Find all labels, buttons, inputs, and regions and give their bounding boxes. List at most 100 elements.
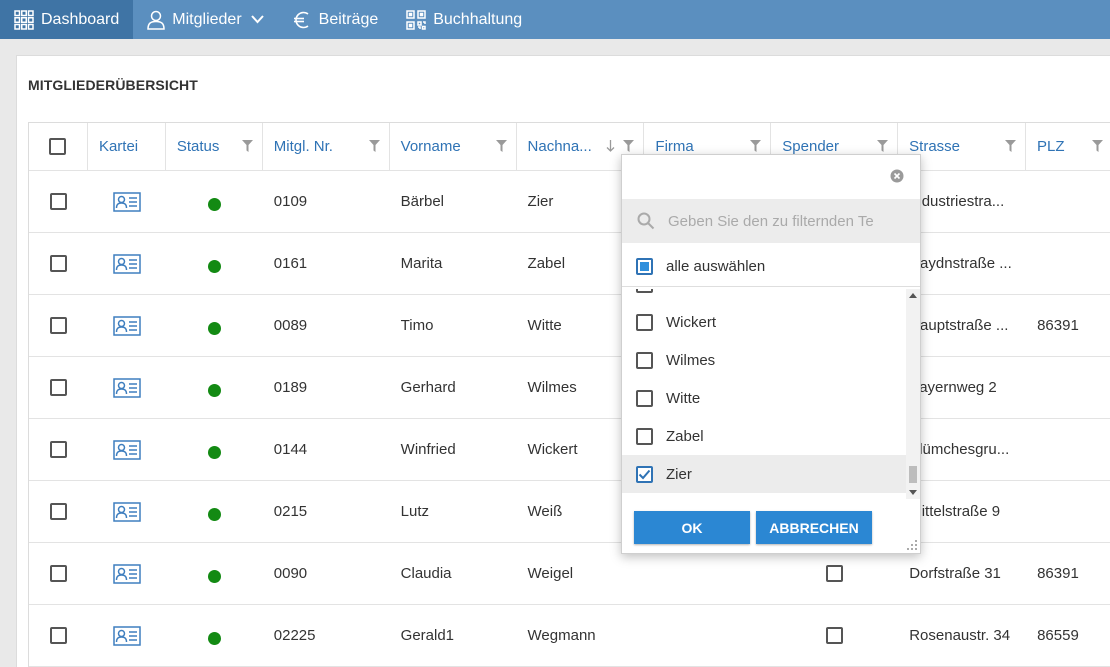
row-checkbox[interactable]	[49, 193, 67, 210]
member-card-icon[interactable]	[113, 439, 141, 460]
row-spender	[771, 605, 898, 666]
member-card-icon[interactable]	[113, 315, 141, 336]
filter-list-item[interactable]: Weiß	[622, 289, 906, 303]
header-mitgl-nr[interactable]: Mitgl. Nr.	[263, 123, 390, 170]
nav-mitglieder[interactable]: Mitglieder	[133, 0, 277, 39]
table-row[interactable]: 0089 Timo Witte Hauptstraße ... 86391	[29, 295, 1110, 357]
row-checkbox[interactable]	[49, 503, 67, 520]
row-select[interactable]	[29, 419, 88, 480]
row-kartei[interactable]	[88, 171, 166, 232]
header-plz[interactable]: PLZ	[1026, 123, 1110, 170]
row-kartei[interactable]	[88, 295, 166, 356]
member-card-icon[interactable]	[113, 501, 141, 522]
row-vorname: Bärbel	[400, 193, 445, 210]
nav-mitglieder-label: Mitglieder	[172, 10, 242, 28]
filter-icon[interactable]	[877, 140, 889, 152]
member-card-icon[interactable]	[113, 563, 141, 584]
filter-item-checkbox[interactable]	[636, 389, 653, 407]
row-kartei[interactable]	[88, 543, 166, 604]
filter-list-item[interactable]: Zabel	[622, 417, 906, 455]
filter-item-label: Weiß	[666, 289, 701, 293]
row-checkbox[interactable]	[49, 255, 67, 272]
row-kartei[interactable]	[88, 481, 166, 542]
header-select-all[interactable]	[29, 123, 88, 170]
row-select[interactable]	[29, 481, 88, 542]
filter-list-item[interactable]: Zier	[622, 455, 906, 493]
member-card-icon[interactable]	[113, 253, 141, 274]
row-select[interactable]	[29, 357, 88, 418]
scroll-down-icon[interactable]	[909, 490, 917, 495]
row-checkbox[interactable]	[49, 627, 67, 644]
status-active-dot	[207, 322, 221, 335]
nav-buchhaltung[interactable]: Buchhaltung	[392, 0, 536, 39]
row-select[interactable]	[29, 543, 88, 604]
filter-icon[interactable]	[241, 140, 253, 152]
table-row[interactable]: 02225 Gerald1 Wegmann Rosenaustr. 34 86559	[29, 605, 1110, 667]
member-card-icon[interactable]	[113, 191, 141, 212]
row-mitgl-nr: 0189	[273, 379, 308, 396]
header-status[interactable]: Status	[166, 123, 263, 170]
filter-item-checkbox[interactable]	[636, 351, 653, 369]
chevron-down-icon	[250, 15, 264, 24]
row-vorname: Lutz	[400, 503, 430, 520]
table-row[interactable]: 0109 Bärbel Zier Industriestra...	[29, 171, 1110, 233]
row-kartei[interactable]	[88, 233, 166, 294]
cancel-button[interactable]: ABBRECHEN	[756, 511, 872, 544]
filter-item-checkbox[interactable]	[636, 313, 653, 331]
filter-list-item[interactable]: Wickert	[622, 303, 906, 341]
filter-list-item[interactable]: Witte	[622, 379, 906, 417]
nav-beitraege[interactable]: Beiträge	[278, 0, 393, 39]
scroll-up-icon[interactable]	[909, 293, 917, 298]
row-select[interactable]	[29, 605, 88, 666]
nav-dashboard[interactable]: Dashboard	[0, 0, 134, 39]
member-card-icon[interactable]	[113, 377, 141, 398]
table-row[interactable]: 0144 Winfried Wickert Blümchesgru...	[29, 419, 1110, 481]
close-icon[interactable]	[890, 169, 904, 183]
filter-item-label: Zabel	[666, 427, 704, 445]
filter-icon[interactable]	[623, 140, 635, 152]
table-row[interactable]: 0161 Marita Zabel Haydnstraße ...	[29, 233, 1110, 295]
row-select[interactable]	[29, 171, 88, 232]
row-checkbox[interactable]	[49, 565, 67, 582]
spender-checkbox[interactable]	[826, 565, 844, 582]
header-checkbox[interactable]	[49, 138, 67, 155]
status-active-dot	[207, 198, 221, 211]
status-active-dot	[207, 570, 221, 583]
ok-button[interactable]: OK	[634, 511, 750, 544]
filter-icon[interactable]	[750, 140, 762, 152]
filter-list-item[interactable]: Wilmes	[622, 341, 906, 379]
filter-icon[interactable]	[1091, 140, 1103, 152]
filter-icon[interactable]	[368, 140, 380, 152]
row-kartei[interactable]	[88, 357, 166, 418]
filter-icon[interactable]	[1005, 140, 1017, 152]
status-active-dot	[207, 260, 221, 273]
header-vorname[interactable]: Vorname	[390, 123, 517, 170]
filter-item-checkbox[interactable]	[636, 427, 653, 445]
table-row[interactable]: 0189 Gerhard Wilmes Bayernweg 2	[29, 357, 1110, 419]
row-checkbox[interactable]	[49, 379, 67, 396]
spender-checkbox[interactable]	[826, 627, 844, 644]
table-row[interactable]: 0090 Claudia Weigel Dorfstraße 31 86391	[29, 543, 1110, 605]
table-row[interactable]: 0215 Lutz Weiß Mittelstraße 9	[29, 481, 1110, 543]
resize-handle-icon[interactable]	[907, 540, 917, 550]
header-kartei[interactable]: Kartei	[88, 123, 166, 170]
member-card-icon[interactable]	[113, 625, 141, 646]
row-status	[166, 357, 263, 418]
select-all-row[interactable]: alle auswählen	[622, 247, 920, 287]
filter-icon[interactable]	[495, 140, 507, 152]
filter-list-scrollbar[interactable]	[906, 289, 920, 499]
row-plz	[1026, 171, 1110, 232]
row-select[interactable]	[29, 233, 88, 294]
filter-search-input[interactable]	[668, 207, 878, 235]
filter-item-checkbox[interactable]	[636, 465, 653, 483]
row-checkbox[interactable]	[49, 441, 67, 458]
row-kartei[interactable]	[88, 605, 166, 666]
row-kartei[interactable]	[88, 419, 166, 480]
filter-item-checkbox[interactable]	[636, 289, 653, 293]
row-status	[166, 233, 263, 294]
row-plz: 86559	[1037, 627, 1079, 644]
scroll-thumb[interactable]	[909, 466, 917, 483]
row-select[interactable]	[29, 295, 88, 356]
select-all-checkbox[interactable]	[636, 258, 653, 275]
row-checkbox[interactable]	[49, 317, 67, 334]
